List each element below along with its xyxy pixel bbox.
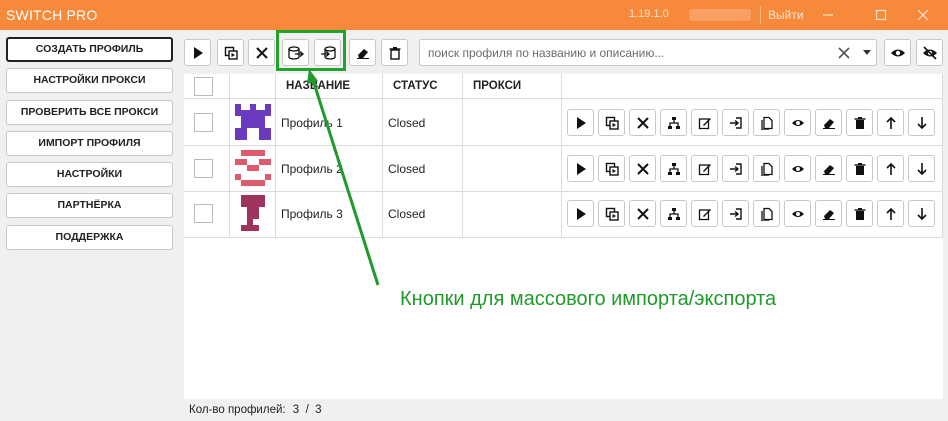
annotation-arrow (307, 69, 380, 286)
